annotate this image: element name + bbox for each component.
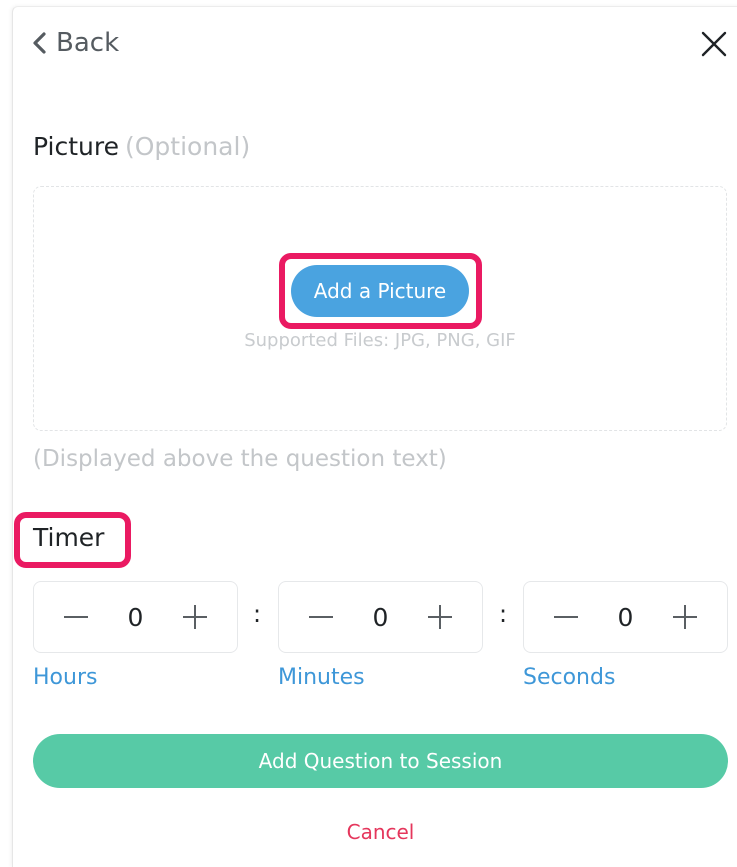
- add-question-to-session-button[interactable]: Add Question to Session: [33, 734, 728, 788]
- minutes-value[interactable]: 0: [373, 603, 389, 632]
- picture-title: Picture: [33, 132, 119, 161]
- optional-label: (Optional): [124, 132, 251, 161]
- chevron-left-icon: [33, 32, 46, 54]
- minutes-seconds-separator: :: [499, 600, 508, 628]
- minutes-increment-button[interactable]: [426, 603, 454, 631]
- hours-increment-button[interactable]: [181, 603, 209, 631]
- close-button[interactable]: [698, 28, 730, 60]
- minus-icon: [309, 616, 333, 618]
- plus-icon: [183, 605, 207, 629]
- picture-section-title: Picture (Optional): [33, 132, 250, 161]
- back-button[interactable]: Back: [32, 28, 119, 58]
- minutes-stepper[interactable]: 0: [278, 581, 483, 653]
- seconds-increment-button[interactable]: [671, 603, 699, 631]
- close-icon: [701, 31, 727, 57]
- minus-icon: [64, 616, 88, 618]
- add-picture-button[interactable]: Add a Picture: [291, 265, 469, 317]
- seconds-stepper[interactable]: 0: [523, 581, 728, 653]
- hours-decrement-button[interactable]: [62, 603, 90, 631]
- minutes-label: Minutes: [278, 665, 365, 690]
- minutes-decrement-button[interactable]: [307, 603, 335, 631]
- minus-icon: [554, 616, 578, 618]
- plus-icon: [673, 605, 697, 629]
- supported-files-text: Supported Files: JPG, PNG, GIF: [244, 330, 516, 351]
- plus-icon: [428, 605, 452, 629]
- seconds-decrement-button[interactable]: [552, 603, 580, 631]
- picture-placement-note: (Displayed above the question text): [33, 446, 447, 472]
- hours-stepper[interactable]: 0: [33, 581, 238, 653]
- cancel-link[interactable]: Cancel: [33, 820, 728, 844]
- back-label: Back: [56, 28, 120, 58]
- seconds-label: Seconds: [523, 665, 616, 690]
- timer-title: Timer: [33, 523, 105, 552]
- hours-value[interactable]: 0: [128, 603, 144, 632]
- hours-minutes-separator: :: [253, 600, 262, 628]
- seconds-value[interactable]: 0: [618, 603, 634, 632]
- hours-label: Hours: [33, 665, 98, 690]
